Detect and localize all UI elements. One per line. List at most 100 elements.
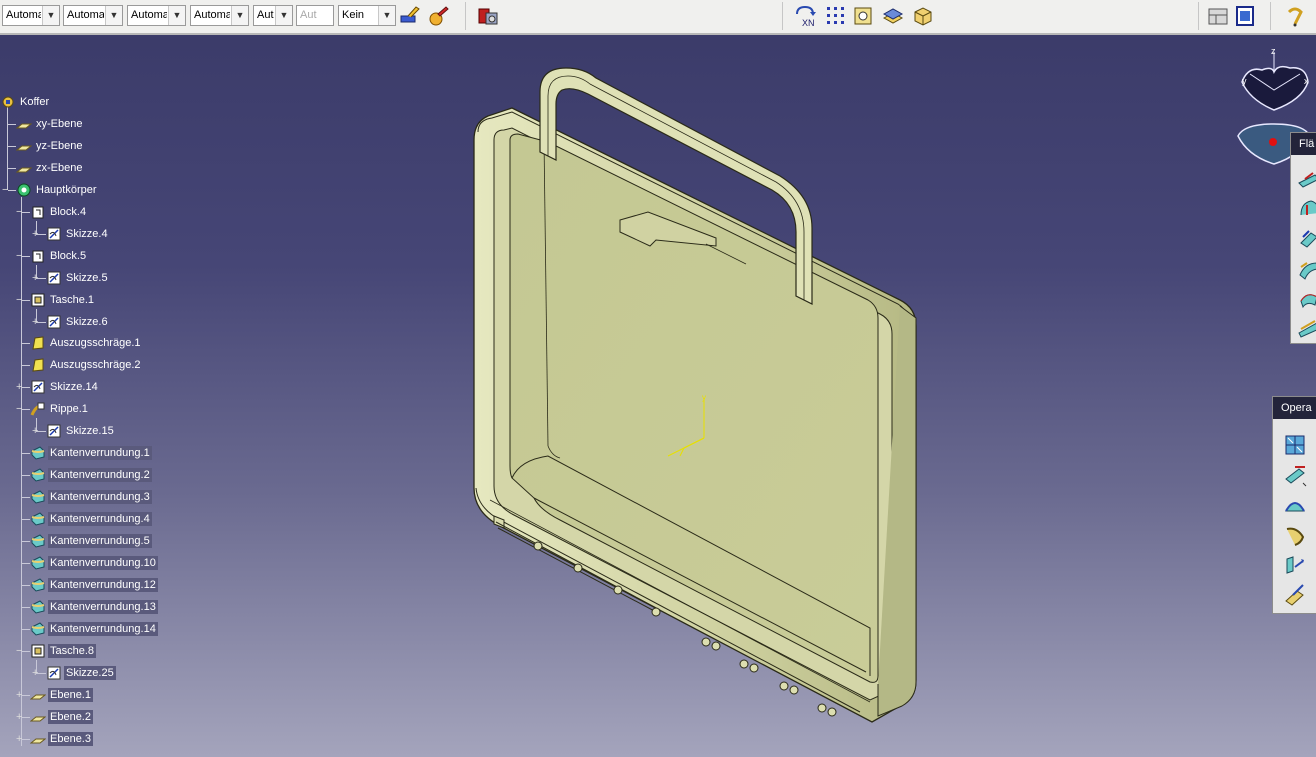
surfaces-toolbar: Flä (1290, 132, 1316, 344)
fillet-icon (30, 533, 46, 549)
tree-node-label: Auszugsschräge.2 (50, 359, 141, 372)
expand-toggle[interactable]: + (32, 426, 38, 437)
draft-icon (30, 335, 46, 351)
toolbar-separator (782, 2, 783, 30)
tree-node-label: Kantenverrundung.10 (48, 555, 158, 570)
catalog-browser-icon[interactable] (476, 4, 500, 28)
translate-icon[interactable] (1283, 553, 1307, 577)
chevron-down-icon[interactable]: ▼ (378, 6, 395, 25)
whats-this-icon[interactable] (1283, 4, 1307, 28)
plane-icon (29, 687, 47, 703)
tree-connector (22, 475, 30, 477)
combo-value: Automa (194, 9, 230, 21)
tree-node-label: Kantenverrundung.3 (48, 490, 152, 505)
compass-x-label: x (1304, 76, 1309, 86)
fullscreen-icon[interactable] (1233, 4, 1257, 28)
tree-connector (22, 211, 30, 213)
transparency-combo[interactable]: Automa ▼ (127, 5, 186, 26)
tree-node-label: xy-Ebene (36, 117, 83, 130)
fillet-icon (30, 511, 46, 527)
combo-value: Automa (6, 9, 41, 21)
join-icon[interactable] (1283, 433, 1307, 457)
tree-node-label: Kantenverrundung.5 (48, 534, 152, 548)
tree-node-label: Skizze.25 (64, 665, 116, 680)
layer-filter-icon[interactable] (881, 4, 905, 28)
color-combo[interactable]: Automat ▼ (63, 5, 123, 26)
tree-connector (22, 738, 30, 740)
point-type-combo[interactable]: Aut ▼ (253, 5, 293, 26)
tree-connector (22, 628, 30, 630)
plane-icon (29, 731, 47, 747)
sweep-surface-icon[interactable] (1297, 257, 1316, 281)
pocket-icon (30, 292, 46, 308)
combo-value: Kein (342, 9, 365, 21)
tree-node-label: Skizze.6 (66, 315, 108, 328)
multi-section-surface-icon[interactable] (1297, 315, 1316, 339)
split-icon[interactable] (1283, 463, 1307, 487)
split-view-icon[interactable] (1206, 4, 1230, 28)
tree-connector (22, 584, 30, 586)
reorder-axes-icon[interactable]: XN (793, 4, 817, 28)
expand-toggle[interactable]: + (32, 316, 38, 327)
tree-node-label: Ebene.1 (48, 687, 93, 702)
layer-combo[interactable]: Kein ▼ (338, 5, 396, 26)
tree-connector (22, 409, 30, 411)
capture-icon[interactable] (852, 4, 876, 28)
sketch-icon (46, 314, 62, 330)
expand-toggle[interactable]: + (16, 689, 22, 700)
tree-connector (22, 606, 30, 608)
collapse-toggle[interactable]: − (16, 250, 22, 261)
surfaces-toolbar-title: Flä (1291, 133, 1316, 155)
collapse-toggle[interactable]: − (16, 294, 22, 305)
expand-toggle[interactable]: + (16, 711, 22, 722)
offset-surface-icon[interactable] (1297, 227, 1316, 251)
fillet-icon (30, 555, 46, 571)
chevron-down-icon[interactable]: ▼ (42, 6, 59, 25)
tree-node-label: Kantenverrundung.1 (48, 446, 152, 461)
line-type-combo[interactable]: Automa ▼ (2, 5, 60, 26)
chevron-down-icon[interactable]: ▼ (105, 6, 122, 25)
collapse-toggle[interactable]: − (16, 404, 22, 415)
tree-node-label: Block.4 (50, 205, 87, 218)
plane-icon (15, 116, 33, 132)
expand-toggle[interactable]: + (32, 667, 38, 678)
plane-icon (15, 160, 33, 176)
tree-node-label: Tasche.1 (50, 293, 95, 306)
tree-connector (22, 497, 30, 499)
chevron-down-icon[interactable]: ▼ (231, 6, 248, 25)
chevron-down-icon[interactable]: ▼ (168, 6, 185, 25)
format-painter-icon[interactable] (398, 4, 422, 28)
tree-node-label: Ebene.3 (48, 731, 93, 746)
rib-icon (30, 401, 46, 417)
extrude-surface-icon[interactable] (1297, 167, 1316, 191)
compass-y-label: y (1242, 76, 1247, 86)
fillet-icon (30, 621, 46, 637)
collapse-toggle[interactable]: − (16, 645, 22, 656)
revolve-surface-icon[interactable] (1297, 197, 1316, 221)
tree-node-label: Skizze.15 (66, 425, 114, 438)
root-icon (0, 94, 16, 110)
sketch-icon (30, 379, 46, 395)
expand-toggle[interactable]: + (16, 733, 22, 744)
plane-icon (15, 138, 33, 154)
tree-node-label: Kantenverrundung.14 (48, 621, 158, 636)
fill-surface-icon[interactable] (1297, 287, 1316, 311)
expand-toggle[interactable]: + (16, 382, 22, 393)
tree-node-label: Koffer (20, 96, 50, 108)
extract-icon[interactable] (1283, 523, 1307, 547)
tree-connector (22, 650, 30, 652)
layer-input[interactable]: Aut (296, 5, 334, 26)
top-toolbar: Automa ▼ Automat ▼ Automa ▼ Automa ▼ Aut ▼ Au… (0, 0, 1316, 35)
expand-toggle[interactable]: + (32, 272, 38, 283)
expand-toggle[interactable]: + (32, 228, 38, 239)
collapse-toggle[interactable]: − (16, 206, 22, 217)
chevron-down-icon[interactable]: ▼ (275, 6, 292, 25)
graphic-properties-icon[interactable] (426, 4, 450, 28)
tree-node-label: Skizze.14 (50, 381, 98, 394)
combo-value: Automat (67, 9, 104, 21)
scan-object-icon[interactable] (911, 4, 935, 28)
grid-icon[interactable] (824, 4, 848, 28)
line-weight-combo[interactable]: Automa ▼ (190, 5, 249, 26)
boundary-icon[interactable] (1283, 493, 1307, 517)
extrapolate-icon[interactable] (1283, 583, 1307, 607)
